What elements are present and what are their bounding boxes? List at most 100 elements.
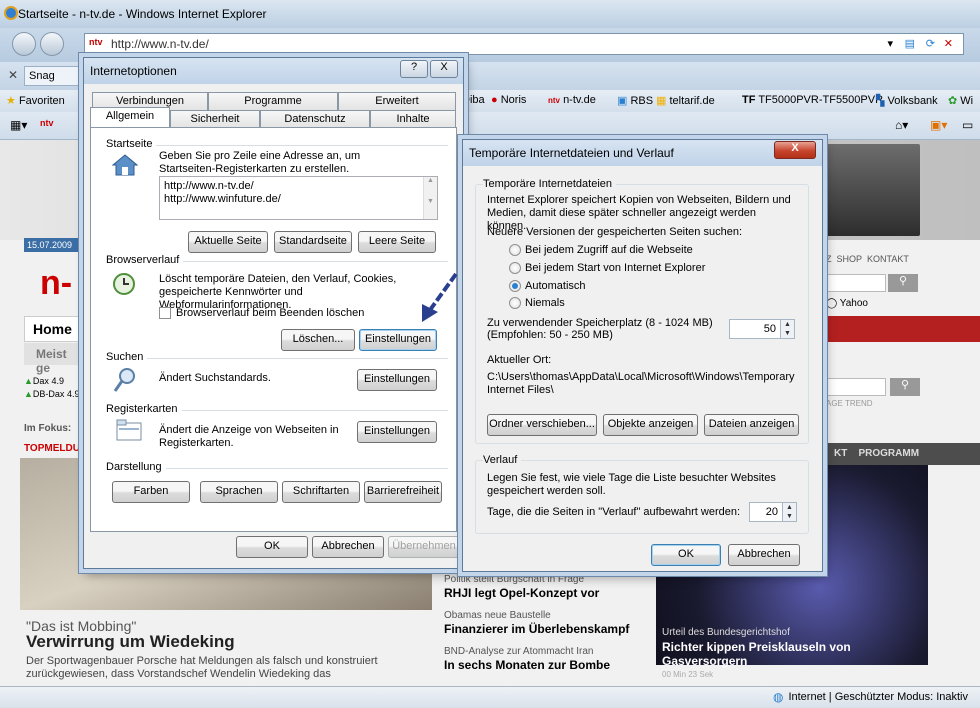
close-tab-icon[interactable]: ✕ [8,68,18,82]
apply-button[interactable]: Übernehmen [388,536,460,558]
tab-snag[interactable]: Snag [24,66,84,86]
default-page-button[interactable]: Standardseite [274,231,352,253]
forward-arrow-icon[interactable] [40,32,64,56]
tab-datenschutz[interactable]: Datenschutz [260,110,370,128]
cancel-button[interactable]: Abbrechen [728,544,800,566]
current-page-button[interactable]: Aktuelle Seite [188,231,268,253]
tabs-settings-button[interactable]: Einstellungen [357,421,437,443]
radio-every-visit[interactable] [509,244,521,256]
favorite-link-label: teltarif.de [669,95,715,107]
ok-button[interactable]: OK [651,544,721,566]
stop-icon[interactable]: ✕ [944,37,953,50]
ok-button[interactable]: OK [236,536,308,558]
delete-on-exit-checkbox[interactable] [159,307,171,319]
up-arrow-icon: ▲ [24,389,33,399]
radio-label[interactable]: Bei jedem Zugriff auf die Webseite [525,244,693,256]
colors-button[interactable]: Farben [112,481,190,503]
favorite-link-wi[interactable]: ✿ Wi [948,94,973,107]
close-icon[interactable]: X [774,141,816,159]
fonts-button[interactable]: Schriftarten [282,481,360,503]
news-kicker: BND-Analyse zur Atommacht Iran [444,646,594,657]
feeds-icon[interactable]: ▣▾ [930,118,947,132]
shop-link[interactable]: SHOP [837,254,863,264]
help-button[interactable]: ? [400,60,428,78]
nav-meist-gelesen[interactable]: Meist ge [24,343,84,375]
shop-link[interactable]: Z [826,254,832,264]
blank-page-button[interactable]: Leere Seite [358,231,436,253]
news-title[interactable]: In sechs Monaten zur Bombe [444,658,610,672]
site-search-input[interactable] [826,274,886,292]
languages-button[interactable]: Sprachen [200,481,278,503]
radio-automatic[interactable] [509,280,521,292]
radio-label[interactable]: Bei jedem Start von Internet Explorer [525,262,705,274]
dropdown-arrow-icon[interactable]: ▾ [887,37,893,50]
group-darstellung: Darstellung [106,461,166,473]
tab-inhalte[interactable]: Inhalte [370,110,456,128]
tv-tabs[interactable]: KT PROGRAMM [826,443,980,465]
history-settings-button[interactable]: Einstellungen [359,329,437,351]
home-icon[interactable]: ⌂▾ [895,118,908,132]
move-folder-button[interactable]: Ordner verschieben... [487,414,597,436]
tab-sicherheit[interactable]: Sicherheit [170,110,260,128]
favorite-link-ntv[interactable]: ntv n-tv.de [548,94,596,106]
radio-label[interactable]: Automatisch [525,280,586,292]
news-title[interactable]: RHJI legt Opel-Konzept vor [444,586,599,600]
trend-search-input[interactable] [826,378,886,396]
address-url[interactable]: http://www.n-tv.de/ [111,37,209,51]
tv-tab-programm[interactable]: PROGRAMM [858,448,919,459]
video-title[interactable]: Richter kippen Preisklauseln von Gasvers… [662,640,922,668]
tab-programme[interactable]: Programme [208,92,338,110]
disk-space-spinner[interactable]: 50 ▲ ▼ [729,319,795,339]
favorite-link-diba[interactable]: Diba [462,94,485,106]
view-objects-button[interactable]: Objekte anzeigen [603,414,698,436]
tab-ntv-icon[interactable]: ntv [40,118,54,128]
headline-title[interactable]: Verwirrung um Wiedeking [26,632,235,652]
ticker-dax[interactable]: ▲Dax 4.9 [24,376,64,386]
favorite-link-teltarif[interactable]: ▦ teltarif.de [656,94,715,107]
search-settings-button[interactable]: Einstellungen [357,369,437,391]
favorite-link-label: Wi [960,95,974,107]
site-logo[interactable]: n- [40,264,72,303]
cancel-button[interactable]: Abbrechen [312,536,384,558]
delete-on-exit-label[interactable]: Browserverlauf beim Beenden löschen [176,307,364,319]
accessibility-button[interactable]: Barrierefreiheit [364,481,442,503]
nav-home[interactable]: Home [24,316,84,342]
video-kicker: Urteil des Bundesgerichtshof [662,627,790,638]
tf-icon: TF [742,94,756,106]
quick-tabs-icon[interactable]: ▦▾ [10,118,27,132]
view-files-button[interactable]: Dateien anzeigen [704,414,799,436]
favorite-link-noris[interactable]: ● Noris [491,94,526,106]
tab-allgemein[interactable]: Allgemein [90,107,170,128]
favorite-link-volksbank[interactable]: ▚ Volksbank [876,94,938,107]
spinner-arrows-icon[interactable]: ▲ ▼ [780,320,794,338]
radio-never[interactable] [509,297,521,309]
address-bar[interactable]: ntv http://www.n-tv.de/ ▾ ▤ ⟳ ✕ [84,33,964,55]
print-icon[interactable]: ▭ [962,118,973,132]
homepage-textarea[interactable]: http://www.n-tv.de/ http://www.winfuture… [159,176,438,220]
history-days-spinner[interactable]: 20 ▲ ▼ [749,502,797,522]
radio-every-start[interactable] [509,262,521,274]
favorite-link-tf5000[interactable]: TF TF5000PVR-TF5500PVR [742,94,883,106]
tab-erweitert[interactable]: Erweitert [338,92,456,110]
delete-history-button[interactable]: Löschen... [281,329,355,351]
yahoo-option[interactable]: ◯ Yahoo [826,298,868,309]
radio-label[interactable]: Niemals [525,297,565,309]
shop-links[interactable]: Z SHOP KONTAKT [826,254,909,264]
search-icon[interactable]: ⚲ [888,274,918,292]
refresh-icon[interactable]: ⟳ [926,37,935,50]
favorites-button[interactable]: ★ Favoriten [6,94,65,107]
ticker-db-dax[interactable]: ▲DB-Dax 4.9 [24,389,79,399]
shop-link[interactable]: KONTAKT [867,254,909,264]
back-arrow-icon[interactable] [12,32,36,56]
compatibility-icon[interactable]: ▤ [905,37,915,50]
tv-tab[interactable]: KT [834,448,847,459]
scrollbar[interactable]: ▲ ▼ [423,177,437,219]
suchen-description: Ändert Suchstandards. [159,372,271,384]
news-title[interactable]: Finanzierer im Überlebenskampf [444,622,629,636]
favorite-link-rbs[interactable]: ▣ RBS [617,94,653,107]
group-registerkarten: Registerkarten [106,403,182,415]
spinner-arrows-icon[interactable]: ▲ ▼ [782,503,796,521]
video-time: 00 Min 23 Sek [662,670,714,679]
search-icon[interactable]: ⚲ [890,378,920,396]
close-icon[interactable]: X [430,60,458,78]
